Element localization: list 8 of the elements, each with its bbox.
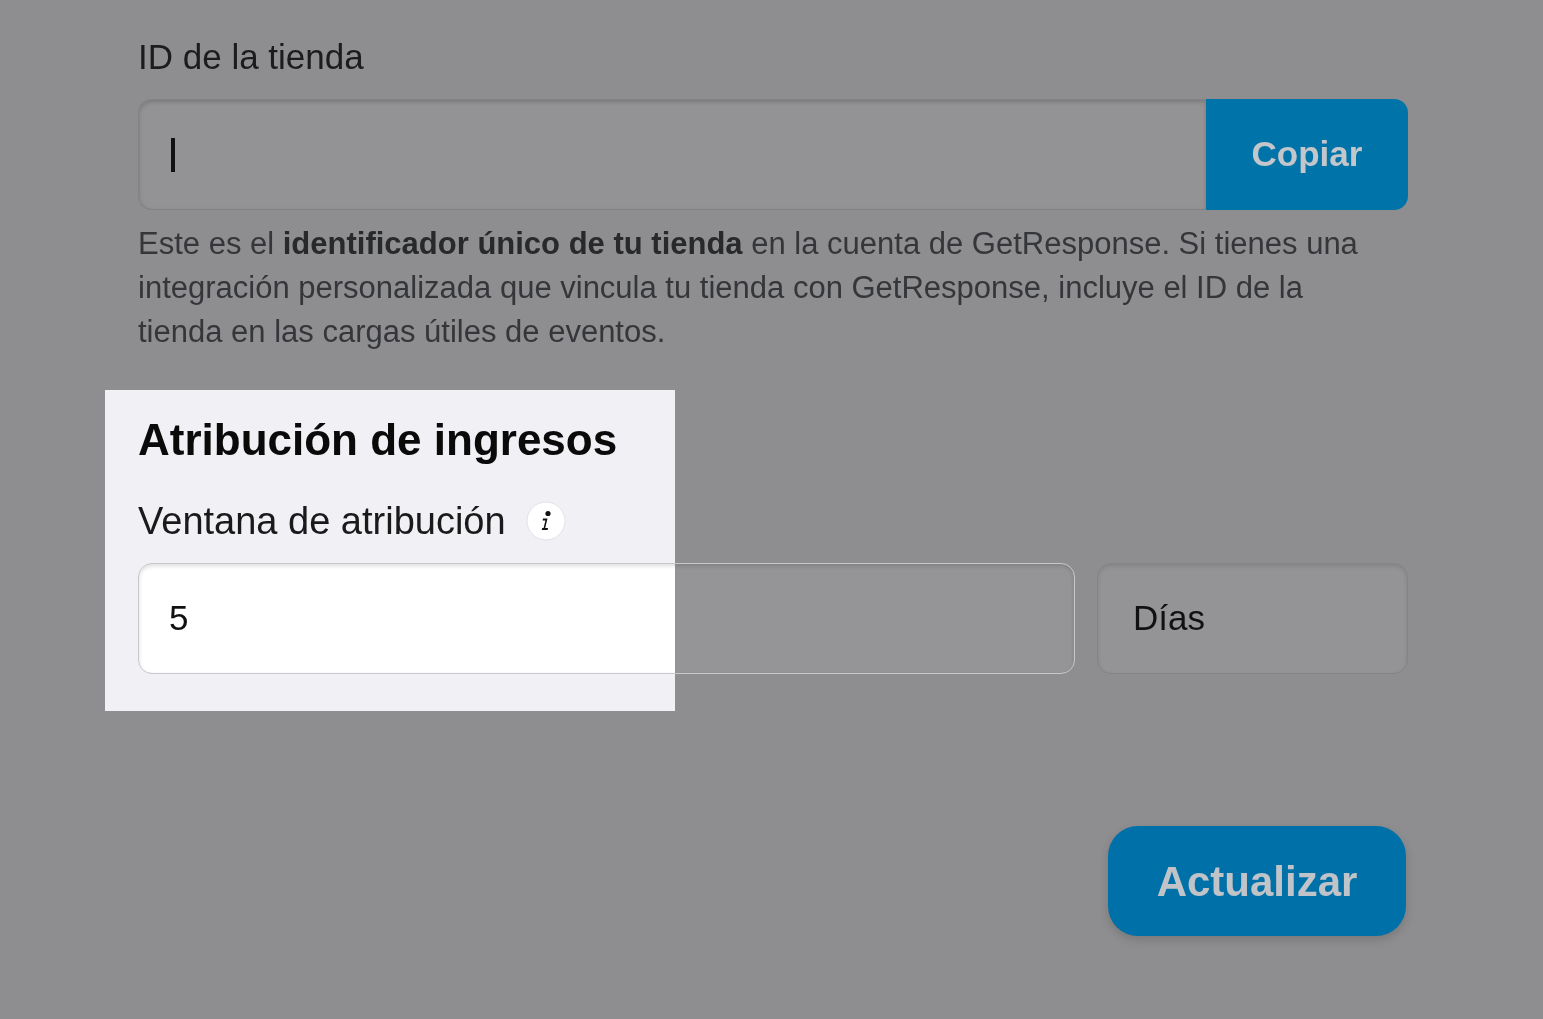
attribution-window-field[interactable]: 5 [138, 563, 1075, 674]
field-label: ID de la tienda [138, 36, 364, 78]
store-id-description: Este es el identificador único de tu tienda en la cuenta de GetResponse. Si tienes una integración personalizada que vincula tu tienda con GetResponse, incluye el ID de la tienda en las cargas útiles de eventos. [138, 225, 1359, 351]
section-heading: Atribución de ingresos [138, 414, 618, 466]
field-label: Ventana de atribución [138, 499, 506, 544]
info-icon[interactable] [525, 501, 566, 541]
store-id-field[interactable] [138, 99, 1206, 210]
unit-field[interactable]: Días [1097, 563, 1408, 674]
